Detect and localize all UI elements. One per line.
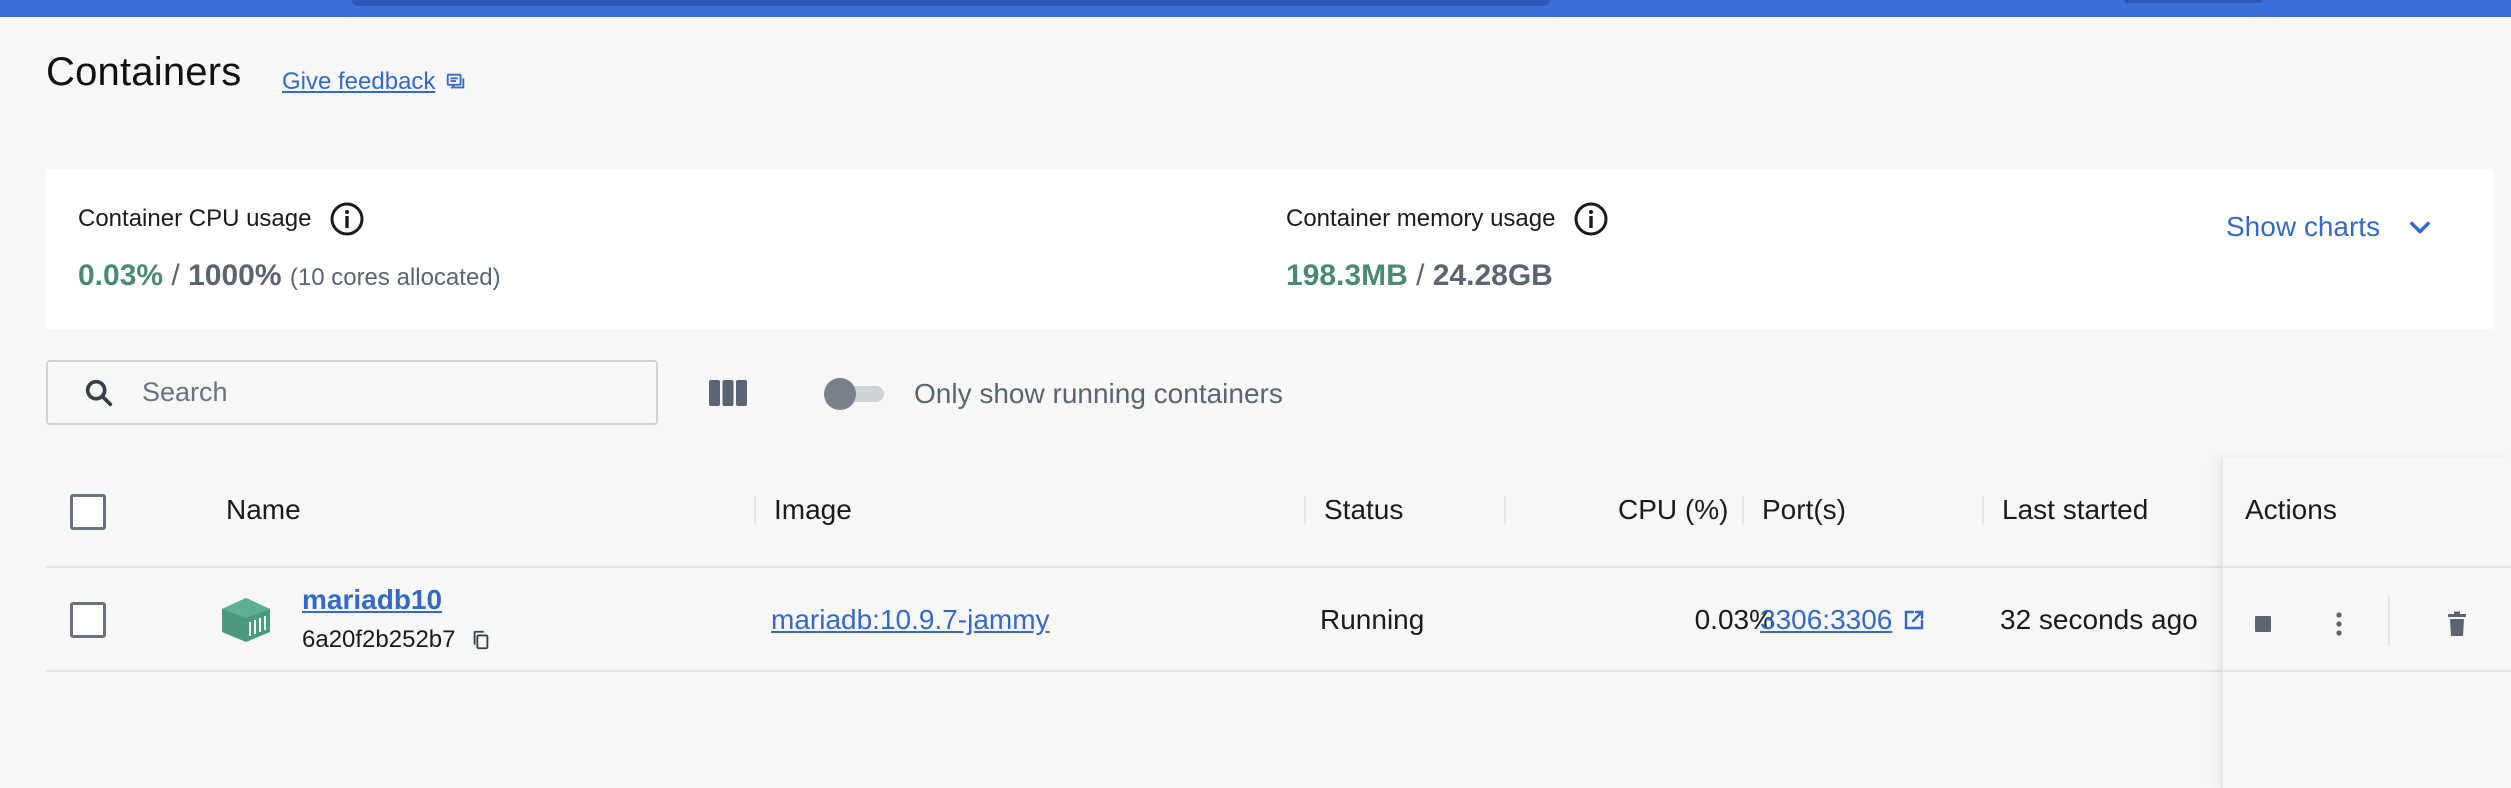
columns-icon[interactable] (708, 378, 748, 408)
show-charts-button[interactable]: Show charts (2226, 211, 2434, 243)
column-header-status[interactable]: Status (1324, 494, 1403, 526)
cpu-cores-note: (10 cores allocated) (289, 264, 501, 291)
containers-table: Name Image Status CPU (%) Port(s) Last s… (46, 458, 2511, 788)
stop-icon (2255, 616, 2271, 632)
container-icon (222, 598, 270, 642)
running-only-label: Only show running containers (914, 378, 1283, 409)
delete-button[interactable] (2439, 606, 2475, 642)
search-input[interactable] (142, 377, 622, 408)
container-port-link[interactable]: 3306:3306 (1760, 604, 1926, 636)
cpu-separator: / (163, 259, 189, 292)
column-divider[interactable] (1304, 496, 1306, 524)
memory-total: 24.28GB (1432, 259, 1553, 292)
select-all-checkbox[interactable] (70, 494, 106, 530)
cpu-total: 1000% (188, 259, 282, 292)
give-feedback-link[interactable]: Give feedback (282, 68, 467, 96)
actions-header-divider (2223, 566, 2511, 568)
memory-used: 198.3MB (1286, 259, 1408, 292)
container-cpu: 0.03% (1694, 604, 1774, 635)
cpu-used: 0.03% (78, 259, 164, 292)
memory-usage-label: Container memory usage (1286, 205, 1556, 232)
search-icon (85, 379, 113, 406)
container-last-started: 32 seconds ago (2000, 604, 2198, 635)
external-link-icon (1905, 610, 1924, 630)
copy-icon[interactable] (470, 629, 492, 651)
container-id: 6a20f2b252b7 (302, 626, 456, 653)
top-bar-search-edge[interactable] (352, 0, 1550, 6)
running-only-toggle[interactable] (824, 378, 886, 410)
search-field[interactable] (46, 360, 658, 425)
column-header-cpu[interactable]: CPU (%) (1618, 494, 1728, 526)
memory-usage-label-row: Container memory usage (1286, 201, 1609, 237)
container-id-row: 6a20f2b252b7 (302, 626, 492, 654)
row-select-checkbox[interactable] (70, 602, 106, 638)
container-image-link[interactable]: mariadb:10.9.7-jammy (771, 604, 1050, 636)
top-bar (0, 0, 2511, 17)
column-header-actions: Actions (2245, 494, 2337, 525)
column-divider[interactable] (1742, 496, 1744, 524)
top-bar-button-edge[interactable] (2124, 0, 2262, 3)
give-feedback-label: Give feedback (282, 68, 436, 95)
more-vertical-icon (2336, 612, 2342, 636)
memory-usage-value: 198.3MB / 24.28GB (1286, 259, 1553, 293)
page-title: Containers (46, 50, 242, 94)
table-header: Name Image Status CPU (%) Port(s) Last s… (46, 458, 2511, 568)
trash-icon (2448, 611, 2466, 636)
column-divider[interactable] (754, 496, 756, 524)
show-charts-label: Show charts (2226, 211, 2381, 242)
cpu-usage-label: Container CPU usage (78, 205, 312, 232)
column-header-name[interactable]: Name (226, 494, 301, 526)
info-icon[interactable] (329, 201, 365, 237)
column-divider[interactable] (1504, 496, 1506, 524)
column-header-image[interactable]: Image (774, 494, 852, 526)
chevron-down-icon (2410, 221, 2430, 234)
actions-row-divider (2223, 670, 2511, 672)
container-status: Running (1320, 604, 1425, 635)
column-header-last-started[interactable]: Last started (2002, 494, 2148, 526)
stop-button[interactable] (2245, 606, 2281, 642)
cpu-usage-value: 0.03% / 1000% (10 cores allocated) (78, 259, 501, 293)
more-actions-button[interactable] (2321, 606, 2357, 642)
toggle-knob (824, 378, 856, 410)
column-header-ports[interactable]: Port(s) (1762, 494, 1846, 526)
column-divider[interactable] (1982, 496, 1984, 524)
usage-stats-card: Container CPU usage 0.03% / 1000% (10 co… (46, 169, 2493, 329)
feedback-icon (447, 73, 465, 89)
memory-separator: / (1407, 259, 1433, 292)
container-port-label: 3306:3306 (1760, 604, 1893, 635)
actions-divider (2388, 596, 2390, 646)
actions-column: Actions (2221, 458, 2511, 788)
info-icon[interactable] (1573, 201, 1609, 237)
cpu-usage-label-row: Container CPU usage (78, 201, 365, 237)
table-row[interactable]: mariadb10 6a20f2b252b7 mariadb:10.9.7-ja… (46, 568, 2511, 672)
container-name-link[interactable]: mariadb10 (302, 584, 442, 616)
